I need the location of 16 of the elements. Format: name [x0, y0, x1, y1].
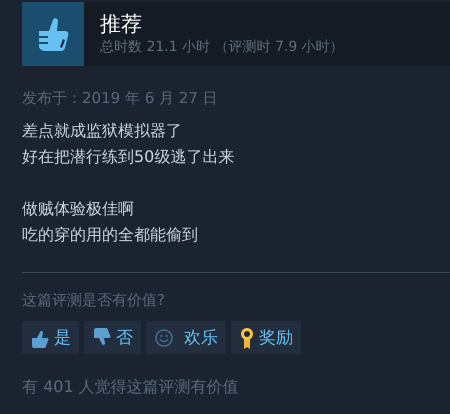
playtime-text: 总时数 21.1 小时 （评测时 7.9 小时） [100, 38, 344, 57]
vote-button[interactable]: 奖励 [231, 321, 301, 354]
award-ribbon-icon [239, 326, 255, 348]
helpful-question: 这篇评测是否有价值? [22, 290, 166, 311]
review-text: 做贼体验极佳啊 [22, 198, 135, 220]
thumbs-down-icon [92, 328, 112, 348]
smiley-icon [154, 328, 174, 348]
helpful-count: 有 401 人觉得这篇评测有价值 [22, 376, 240, 398]
vote-button[interactable]: 否 [84, 321, 141, 354]
review-verdict: 推荐 [100, 11, 143, 37]
review-text: 好在把潜行练到50级逃了出来 [22, 146, 236, 168]
vote-button[interactable]: 是 [22, 321, 79, 354]
review-text: 差点就成监狱模拟器了 [22, 120, 183, 142]
review-text: 吃的穿的用的全都能偷到 [22, 224, 199, 246]
vote-button[interactable]: 欢乐 [146, 321, 226, 354]
posted-date: 发布于：2019 年 6 月 27 日 [22, 88, 219, 108]
